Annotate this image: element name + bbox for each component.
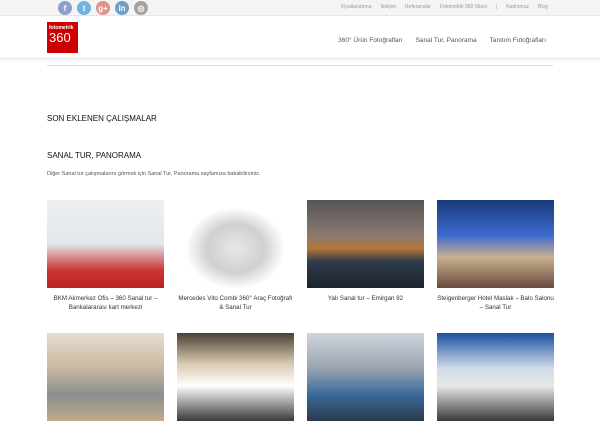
portfolio-item[interactable]: Yalı Sanal tur – Emirgan 82 (307, 200, 424, 302)
divider (47, 65, 553, 66)
nav-item-360-urun[interactable]: 360° Ürün Fotoğrafları (338, 37, 402, 44)
section-title: SON EKLENEN ÇALIŞMALAR (47, 114, 157, 123)
instagram-icon[interactable]: ◎ (134, 1, 148, 15)
twitter-icon[interactable]: t (77, 1, 91, 15)
portfolio-thumbnail[interactable] (307, 200, 424, 288)
nav-item-tanitim[interactable]: Tanıtım Fotoğrafları (490, 37, 546, 44)
top-link[interactable]: Referanslar (405, 4, 431, 10)
portfolio-thumbnail[interactable] (47, 200, 164, 288)
nav-item-sanal-tur[interactable]: Sanal Tur, Panorama (416, 37, 477, 44)
top-link[interactable]: Blog (538, 4, 548, 10)
logo[interactable]: fotometrik 360 (47, 22, 78, 53)
portfolio-item[interactable] (437, 333, 554, 427)
linkedin-icon[interactable]: in (115, 1, 129, 15)
top-link[interactable]: Fiyatlandırma (341, 4, 371, 10)
portfolio-item[interactable]: Mercedes Vito Combi 360° Araç Fotoğrafı … (177, 200, 294, 311)
facebook-icon[interactable]: f (58, 1, 72, 15)
google-plus-icon[interactable]: g+ (96, 1, 110, 15)
top-link[interactable]: Kadromuz (506, 4, 529, 10)
portfolio-thumbnail[interactable] (437, 200, 554, 288)
logo-number: 360 (49, 30, 71, 45)
header: fotometrik 360 360° Ürün Fotoğrafları San… (0, 16, 600, 59)
portfolio-thumbnail[interactable] (47, 333, 164, 421)
portfolio-item[interactable] (307, 333, 424, 427)
description: Diğer Sanal tur çalışmalarını görmek içi… (47, 171, 261, 177)
top-bar: f t g+ in ◎ Fiyatlandırma İletişim Referanslar… (0, 0, 600, 16)
portfolio-grid: BKM Akmerkez Ofis – 360 Sanal tur – Bank… (47, 200, 554, 427)
top-links: Fiyatlandırma İletişim Referanslar Fotometr… (341, 4, 548, 10)
portfolio-thumbnail[interactable] (177, 200, 294, 288)
portfolio-thumbnail[interactable] (307, 333, 424, 421)
portfolio-item[interactable]: Steigenberger Hotel Maslak – Balo Salonu… (437, 200, 554, 311)
social-links: f t g+ in ◎ (58, 1, 148, 15)
portfolio-item[interactable] (177, 333, 294, 427)
separator: | (495, 4, 498, 10)
portfolio-thumbnail[interactable] (437, 333, 554, 421)
top-link[interactable]: İletişim (380, 4, 396, 10)
portfolio-item[interactable]: BKM Akmerkez Ofis – 360 Sanal tur – Bank… (47, 200, 164, 311)
main-nav: 360° Ürün Fotoğrafları Sanal Tur, Panora… (338, 37, 546, 44)
top-link[interactable]: Fotometrik 360 Sitesi (440, 4, 487, 10)
portfolio-thumbnail[interactable] (177, 333, 294, 421)
portfolio-item[interactable] (47, 333, 164, 427)
subsection-title: SANAL TUR, PANORAMA (47, 151, 142, 160)
